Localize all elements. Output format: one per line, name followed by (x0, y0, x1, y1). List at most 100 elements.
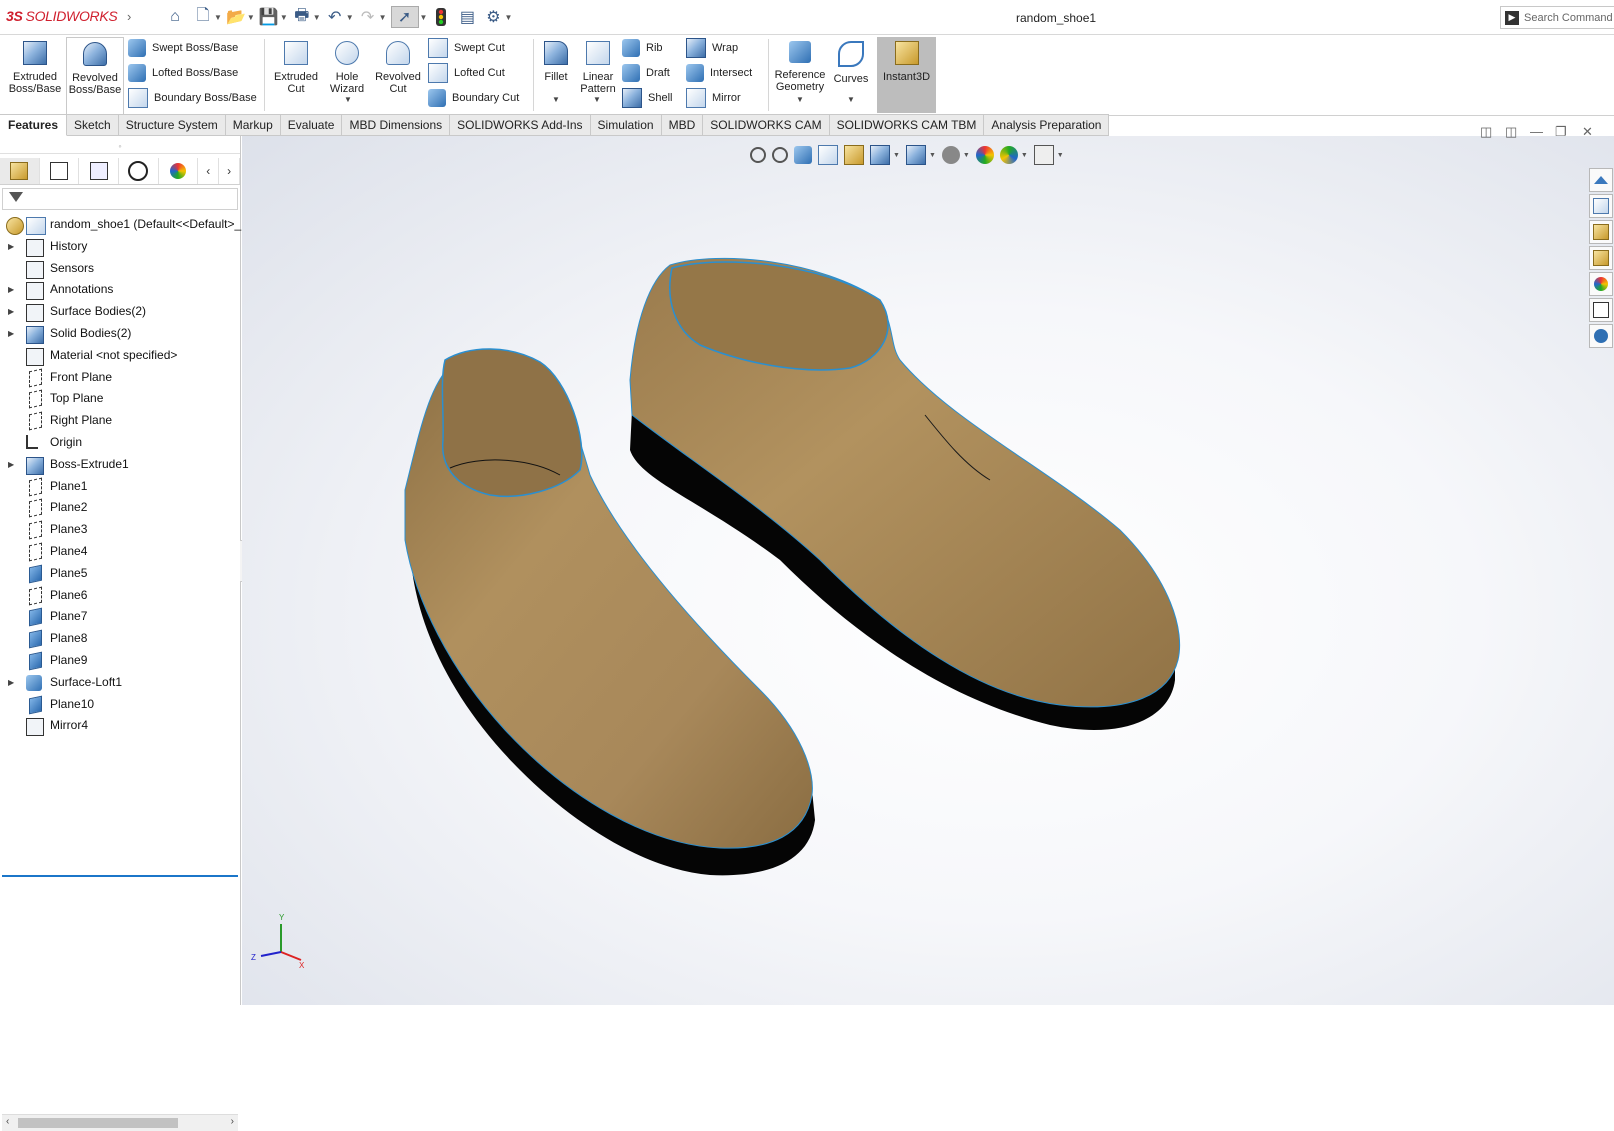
shell-button[interactable]: Shell (622, 87, 672, 109)
reference-geometry-dropdown-icon[interactable]: ▼ (796, 95, 804, 104)
swept-boss-base-button[interactable]: Swept Boss/Base (128, 37, 238, 59)
boundary-cut-button[interactable]: Boundary Cut (428, 87, 519, 109)
tree-horizontal-scrollbar[interactable]: ‹ › (2, 1114, 238, 1131)
view-palette-tab[interactable] (1589, 246, 1613, 270)
solidworks-logo[interactable]: 3S SOLIDWORKS (6, 8, 118, 24)
redo-icon[interactable]: ↷ (358, 7, 378, 27)
tree-item-plane2[interactable]: Plane2 (0, 497, 240, 519)
tree-item-plane1[interactable]: Plane1 (0, 476, 240, 498)
tab-simulation[interactable]: Simulation (590, 114, 662, 136)
tree-item-origin[interactable]: Origin (0, 432, 240, 454)
apply-scene-dropdown-icon[interactable]: ▼ (1021, 152, 1028, 159)
expand-arrow-icon[interactable]: ▶ (8, 279, 14, 301)
swept-cut-button[interactable]: Swept Cut (428, 37, 505, 59)
lofted-boss-base-button[interactable]: Lofted Boss/Base (128, 62, 238, 84)
revolved-cut-button[interactable]: Revolved Cut (372, 37, 424, 113)
edit-appearance-icon[interactable] (975, 146, 994, 164)
extruded-cut-button[interactable]: Extruded Cut (268, 37, 324, 113)
expand-arrow-icon[interactable]: ▶ (8, 323, 14, 345)
solidworks-resources-tab[interactable] (1589, 168, 1613, 192)
tab-mbd-dimensions[interactable]: MBD Dimensions (342, 114, 451, 136)
display-style-icon[interactable] (905, 145, 926, 165)
save-dropdown-icon[interactable]: ▼ (280, 13, 288, 22)
new-dropdown-icon[interactable]: ▼ (214, 13, 222, 22)
solidworks-forum-tab[interactable] (1589, 324, 1613, 348)
file-properties-icon[interactable]: ▤ (457, 7, 477, 27)
zoom-to-area-icon[interactable] (772, 147, 788, 163)
tree-item-annotations[interactable]: ▶ Annotations (0, 279, 240, 301)
tree-item-plane8[interactable]: Plane8 (0, 628, 240, 650)
tile-right-icon[interactable]: ◫ (1505, 124, 1517, 140)
apply-scene-icon[interactable] (999, 146, 1018, 164)
open-icon[interactable]: 📂 (226, 7, 246, 27)
tree-item-plane3[interactable]: Plane3 (0, 519, 240, 541)
previous-view-icon[interactable] (794, 146, 812, 164)
intersect-button[interactable]: Intersect (686, 62, 752, 84)
wrap-button[interactable]: Wrap (686, 37, 738, 59)
home-icon[interactable]: ⌂ (165, 7, 185, 27)
minimize-document-icon[interactable]: — (1530, 124, 1543, 139)
tree-item-plane4[interactable]: Plane4 (0, 541, 240, 563)
section-view-icon[interactable] (818, 145, 838, 165)
tree-item-boss-extrude1[interactable]: ▶ Boss-Extrude1 (0, 454, 240, 476)
tab-solidworks-cam-tbm[interactable]: SOLIDWORKS CAM TBM (829, 114, 985, 136)
view-orientation-dropdown-icon[interactable]: ▼ (893, 152, 900, 159)
open-dropdown-icon[interactable]: ▼ (247, 13, 255, 22)
tree-item-mirror4[interactable]: Mirror4 (0, 715, 240, 737)
fillet-dropdown-icon[interactable]: ▼ (552, 95, 560, 104)
options-dropdown-icon[interactable]: ▼ (504, 13, 512, 22)
expand-arrow-icon[interactable]: ▶ (8, 672, 14, 694)
restore-document-icon[interactable]: ❐ (1555, 124, 1567, 140)
dynamic-annotation-icon[interactable] (844, 145, 864, 165)
expand-arrow-icon[interactable]: ▶ (8, 236, 14, 258)
new-document-icon[interactable]: 🗋 (193, 7, 213, 27)
rib-button[interactable]: Rib (622, 37, 663, 59)
custom-properties-tab[interactable] (1589, 298, 1613, 322)
tree-item-history[interactable]: ▶ History (0, 236, 240, 258)
tab-solidworks-cam[interactable]: SOLIDWORKS CAM (703, 114, 830, 136)
view-orientation-icon[interactable] (870, 145, 890, 165)
display-style-dropdown-icon[interactable]: ▼ (929, 152, 936, 159)
dimxpert-manager-tab[interactable] (119, 158, 159, 184)
undo-dropdown-icon[interactable]: ▼ (346, 13, 354, 22)
tree-item-plane6[interactable]: Plane6 (0, 585, 240, 607)
expand-arrow-icon[interactable]: ▶ (8, 301, 14, 323)
options-icon[interactable]: ⚙ (483, 7, 503, 27)
design-library-tab[interactable] (1589, 194, 1613, 218)
tree-item-surface-bodies-2[interactable]: ▶ Surface Bodies(2) (0, 301, 240, 323)
rebuild-icon[interactable] (431, 7, 451, 27)
select-icon[interactable]: ➚ (390, 6, 419, 28)
tab-sketch[interactable]: Sketch (67, 114, 119, 136)
graphics-area[interactable]: Y X Z (242, 136, 1614, 1005)
tree-item-front-plane[interactable]: Front Plane (0, 367, 240, 389)
panel-tabs-scroll-left-icon[interactable]: ‹ (198, 158, 220, 184)
view-settings-dropdown-icon[interactable]: ▼ (1057, 152, 1064, 159)
lofted-cut-button[interactable]: Lofted Cut (428, 62, 505, 84)
view-settings-icon[interactable] (1033, 145, 1054, 165)
boundary-boss-base-button[interactable]: Boundary Boss/Base (128, 87, 257, 109)
save-icon[interactable]: 💾 (259, 7, 279, 27)
tree-item-right-plane[interactable]: Right Plane (0, 410, 240, 432)
revolved-boss-base-button[interactable]: Revolved Boss/Base (66, 37, 124, 115)
appearances-tab[interactable] (1589, 272, 1613, 296)
extruded-boss-base-button[interactable]: Extruded Boss/Base (6, 37, 64, 113)
property-manager-tab[interactable] (40, 158, 80, 184)
panel-grip[interactable]: ◦ (0, 139, 240, 154)
view-orientation-triad[interactable]: Y X Z (247, 910, 307, 970)
scroll-right-icon[interactable]: › (231, 1116, 234, 1127)
tab-mbd[interactable]: MBD (661, 114, 704, 136)
tile-left-icon[interactable]: ◫ (1480, 124, 1492, 140)
print-dropdown-icon[interactable]: ▼ (313, 13, 321, 22)
tab-features[interactable]: Features (0, 114, 68, 136)
tree-item-material-not-specified[interactable]: Material <not specified> (0, 345, 240, 367)
curves-dropdown-icon[interactable]: ▼ (847, 95, 855, 104)
shoe-model-render[interactable] (242, 136, 1614, 1005)
expand-arrow-icon[interactable]: ▶ (8, 454, 14, 476)
hole-wizard-dropdown-icon[interactable]: ▼ (344, 95, 352, 104)
undo-icon[interactable]: ↶ (325, 7, 345, 27)
feature-manager-tab[interactable] (0, 158, 40, 184)
tab-evaluate[interactable]: Evaluate (280, 114, 343, 136)
redo-dropdown-icon[interactable]: ▼ (379, 13, 387, 22)
file-explorer-tab[interactable] (1589, 220, 1613, 244)
tree-item-top-plane[interactable]: Top Plane (0, 388, 240, 410)
